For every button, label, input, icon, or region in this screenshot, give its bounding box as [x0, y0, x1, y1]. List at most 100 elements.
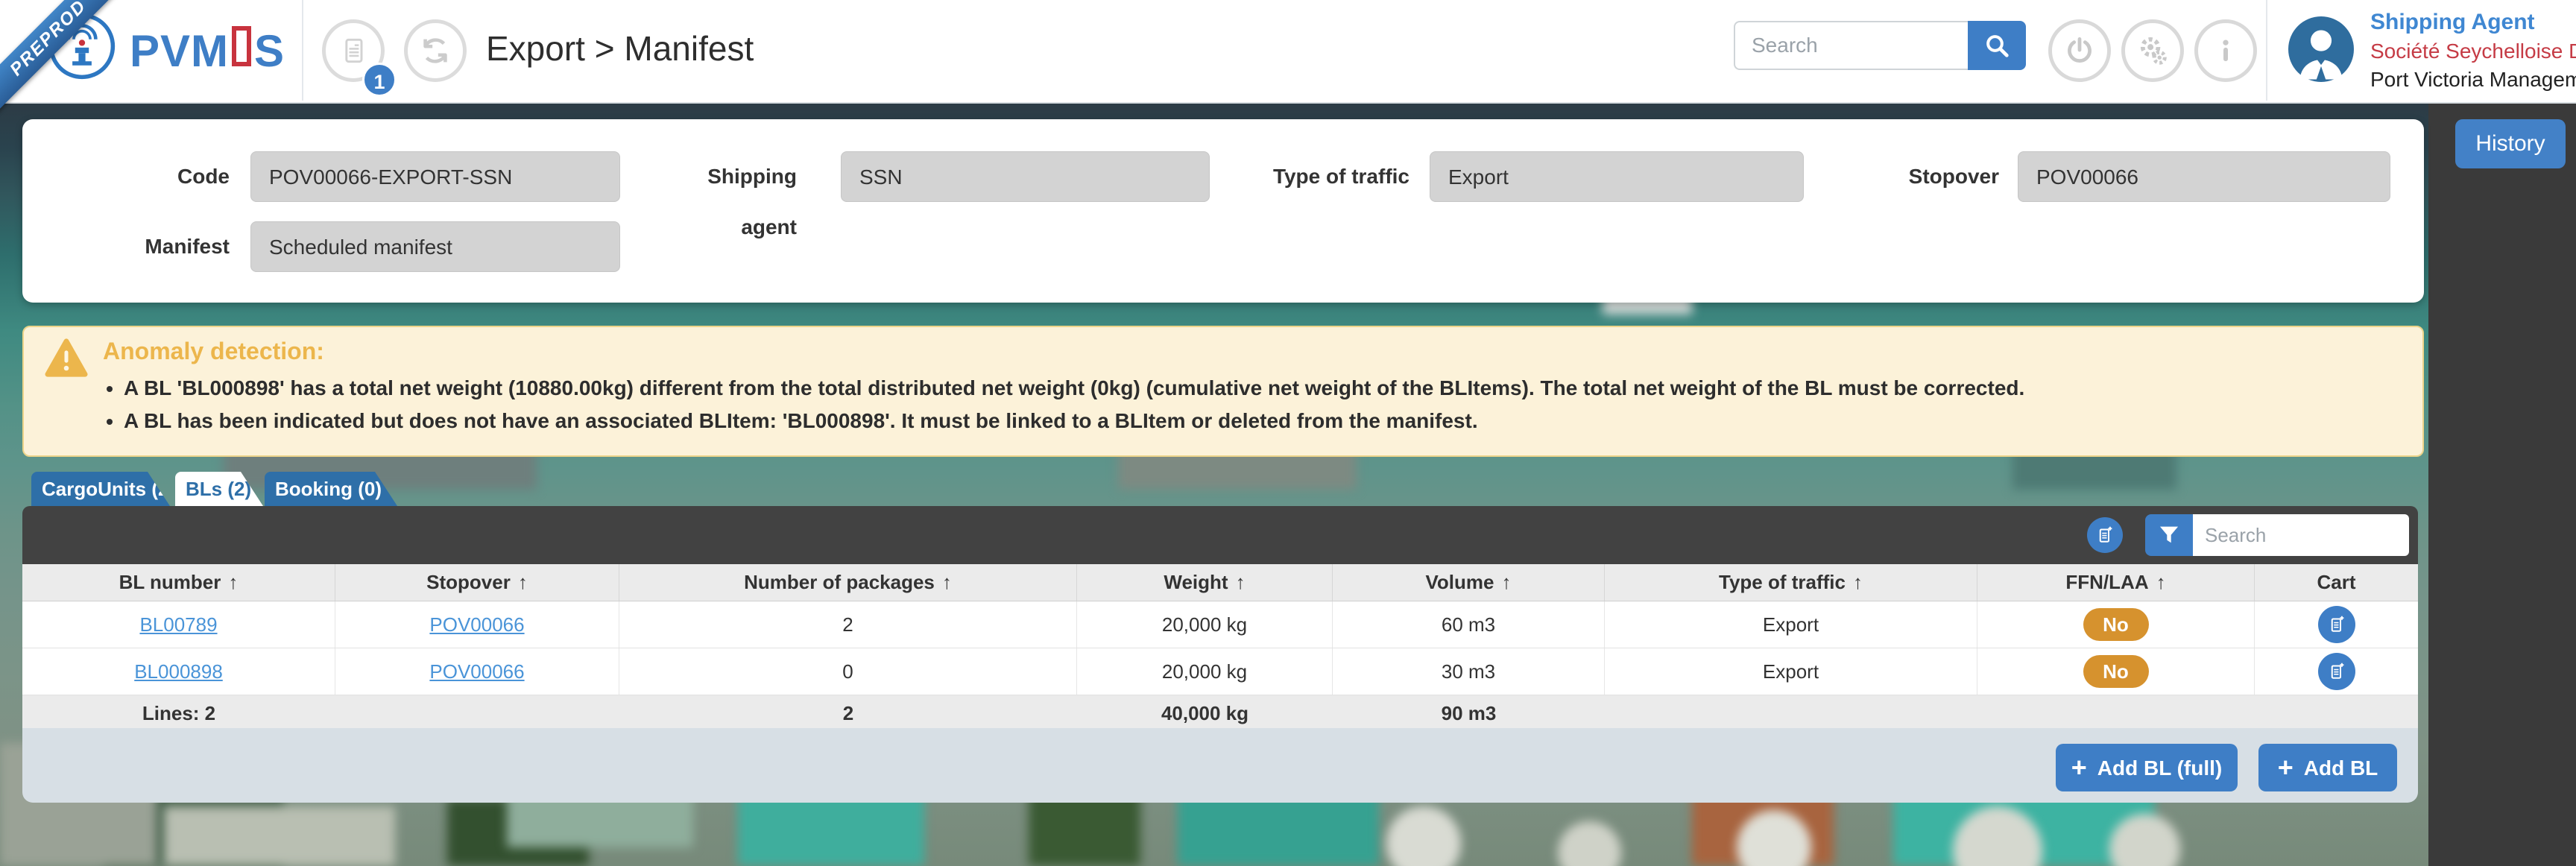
export-list-button[interactable]: [2087, 517, 2123, 553]
stopover-label: Stopover: [1850, 151, 1999, 202]
document-plus-icon: [2326, 613, 2348, 636]
stopover-link[interactable]: POV00066: [429, 660, 524, 683]
gears-icon: [2135, 34, 2170, 68]
traffic-type-label: Type of traffic: [1260, 151, 1409, 202]
bl-number-link[interactable]: BL000898: [134, 660, 223, 683]
right-panel: [2428, 102, 2576, 866]
photo-building: [164, 806, 395, 866]
document-icon: [337, 34, 370, 67]
weight-value: 20,000 kg: [1077, 648, 1333, 695]
global-search: [1734, 21, 2026, 70]
sort-asc-icon: ↑: [518, 571, 528, 594]
stopover-field: POV00066: [2018, 151, 2390, 202]
packages-total: 2: [619, 695, 1077, 731]
add-to-cart-button[interactable]: [2318, 653, 2355, 690]
global-search-button[interactable]: [1968, 21, 2026, 70]
plus-icon: +: [2071, 752, 2087, 783]
document-plus-icon: [2094, 524, 2116, 546]
weight-total: 40,000 kg: [1077, 695, 1333, 731]
table-search-input[interactable]: [2193, 514, 2409, 556]
settings-button[interactable]: [2121, 19, 2184, 82]
power-icon: [2063, 34, 2096, 67]
warning-list: A BL 'BL000898' has a total net weight (…: [24, 372, 2054, 437]
tab-cargounits[interactable]: CargoUnits (2): [31, 472, 170, 506]
volume-total: 90 m3: [1333, 695, 1605, 731]
ffn-laa-badge: No: [2083, 655, 2149, 688]
code-label: Code: [80, 151, 230, 202]
traffic-value: Export: [1605, 601, 1977, 648]
page: PREPROD PVMIS 1: [0, 0, 2576, 866]
document-plus-icon: [2326, 660, 2348, 683]
notification-badge: 1: [362, 63, 397, 97]
shipping-agent-label: Shipping agent: [648, 151, 797, 202]
info-icon: [2211, 36, 2241, 66]
logo-s: S: [254, 26, 285, 76]
volume-value: 30 m3: [1333, 648, 1605, 695]
code-field: POV00066-EXPORT-SSN: [250, 151, 620, 202]
sort-asc-icon: ↑: [1501, 571, 1511, 594]
photo-trees: [1029, 791, 1140, 866]
column-header-cart: Cart: [2255, 564, 2418, 601]
photo-teal-roof: [738, 791, 924, 866]
lines-total: Lines: 2: [22, 695, 335, 731]
manifest-field: Scheduled manifest: [250, 221, 620, 272]
table-header-row: BL number↑ Stopover↑ Number of packages↑…: [22, 564, 2418, 601]
user-info[interactable]: Shipping Agent Société Seychelloise De P…: [2370, 7, 2576, 94]
packages-value: 2: [619, 601, 1077, 648]
shipping-agent-field: SSN: [841, 151, 1210, 202]
logo-i: I: [232, 26, 251, 66]
user-role: Shipping Agent: [2370, 7, 2576, 37]
anomaly-warning: Anomaly detection: A BL 'BL000898' has a…: [22, 326, 2424, 457]
filter-button[interactable]: [2145, 514, 2193, 556]
avatar[interactable]: [2288, 16, 2354, 82]
plus-icon: +: [2278, 752, 2294, 783]
table-totals-row: Lines: 2 2 40,000 kg 90 m3: [22, 695, 2418, 731]
column-header-traffic[interactable]: Type of traffic↑: [1605, 564, 1977, 601]
sort-asc-icon: ↑: [1853, 571, 1863, 594]
add-bl-button[interactable]: +Add BL: [2258, 744, 2397, 791]
ffn-laa-badge: No: [2083, 608, 2149, 641]
refresh-button[interactable]: [404, 19, 467, 82]
history-button[interactable]: History: [2455, 119, 2566, 168]
photo-tank: [1558, 821, 1621, 866]
header-divider: [302, 0, 303, 101]
warning-title: Anomaly detection:: [103, 338, 324, 365]
refresh-icon: [418, 34, 452, 68]
column-header-ffn-laa[interactable]: FFN/LAA↑: [1977, 564, 2255, 601]
table-row: BL000898 POV00066 0 20,000 kg 30 m3 Expo…: [22, 648, 2418, 695]
bls-table: BL number↑ Stopover↑ Number of packages↑…: [22, 564, 2418, 731]
column-header-weight[interactable]: Weight↑: [1077, 564, 1333, 601]
sort-asc-icon: ↑: [942, 571, 952, 594]
table-footer: +Add BL (full) +Add BL: [22, 728, 2418, 803]
app-logo[interactable]: PVMIS: [130, 25, 285, 77]
search-icon: [1982, 31, 2012, 60]
logout-button[interactable]: [2048, 19, 2111, 82]
weight-value: 20,000 kg: [1077, 601, 1333, 648]
sort-asc-icon: ↑: [1236, 571, 1246, 594]
bls-toolbar: [22, 506, 2418, 564]
sort-asc-icon: ↑: [228, 571, 238, 594]
sort-asc-icon: ↑: [2156, 571, 2166, 594]
column-header-stopover[interactable]: Stopover↑: [335, 564, 619, 601]
tab-booking[interactable]: Booking (0): [265, 472, 397, 506]
page-title: Export > Manifest: [486, 28, 754, 69]
photo-tank: [1386, 806, 1461, 866]
traffic-type-field: Export: [1430, 151, 1804, 202]
table-row: BL00789 POV00066 2 20,000 kg 60 m3 Expor…: [22, 601, 2418, 648]
bl-number-link[interactable]: BL00789: [139, 613, 217, 636]
top-bar: PREPROD PVMIS 1: [0, 0, 2576, 104]
add-bl-full-button[interactable]: +Add BL (full): [2056, 744, 2238, 791]
packages-value: 0: [619, 648, 1077, 695]
stopover-link[interactable]: POV00066: [429, 613, 524, 636]
column-header-volume[interactable]: Volume↑: [1333, 564, 1605, 601]
header-divider: [2266, 0, 2267, 101]
info-button[interactable]: [2194, 19, 2257, 82]
logo-pvm: PVM: [130, 26, 229, 76]
add-to-cart-button[interactable]: [2318, 606, 2355, 643]
column-header-bl-number[interactable]: BL number↑: [22, 564, 335, 601]
column-header-packages[interactable]: Number of packages↑: [619, 564, 1077, 601]
volume-value: 60 m3: [1333, 601, 1605, 648]
warning-item: A BL 'BL000898' has a total net weight (…: [124, 372, 2024, 405]
manifest-label: Manifest: [80, 221, 230, 272]
global-search-input[interactable]: [1734, 21, 1968, 70]
